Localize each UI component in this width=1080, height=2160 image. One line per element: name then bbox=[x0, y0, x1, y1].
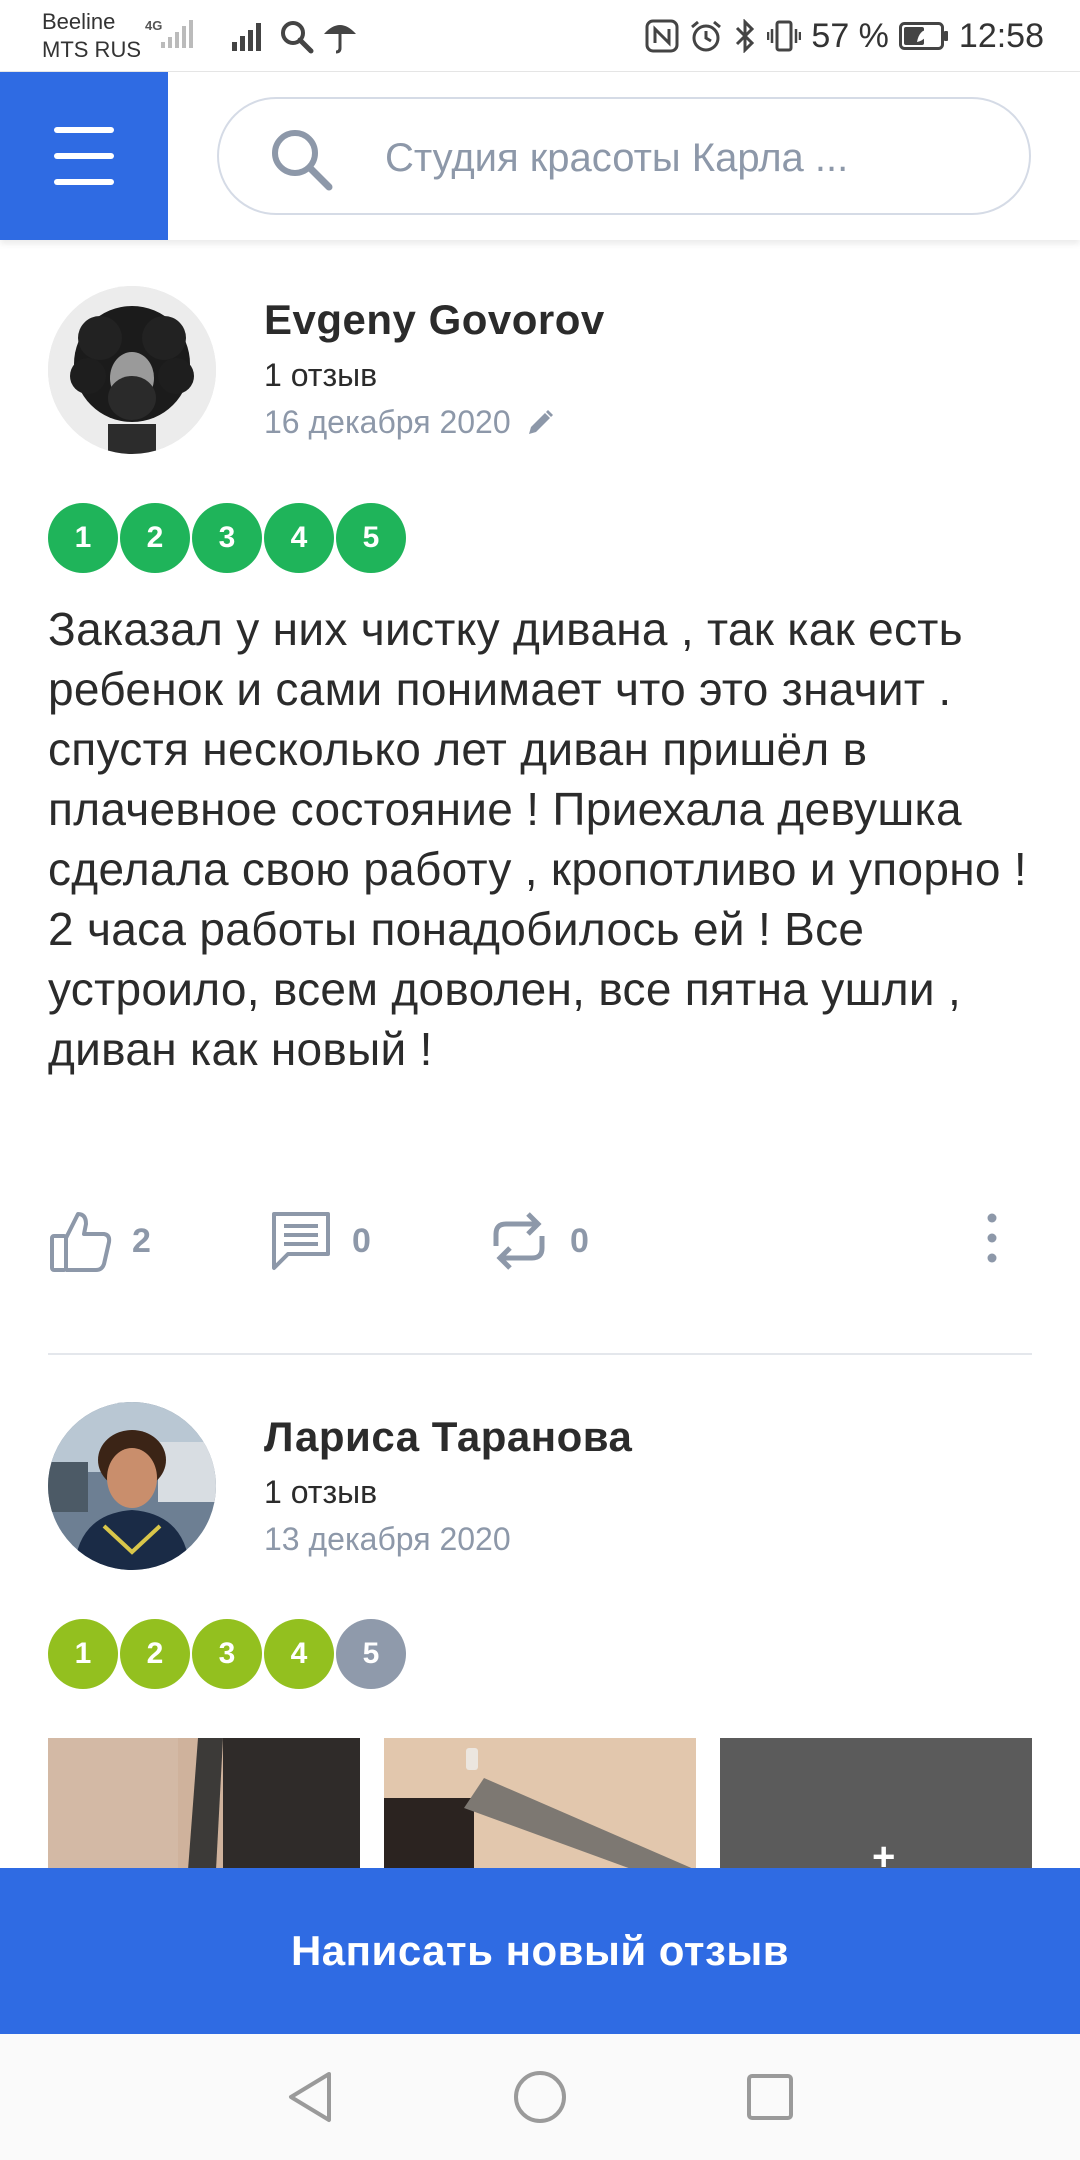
signal-icon bbox=[232, 23, 261, 51]
home-circle-icon bbox=[514, 2071, 566, 2123]
review-count: 1 отзыв bbox=[264, 357, 378, 393]
review-actions: 2 0 0 bbox=[48, 1208, 1032, 1288]
status-search-icon bbox=[281, 21, 314, 54]
review-photos: + bbox=[48, 1738, 1032, 1870]
more-vertical-icon bbox=[987, 1213, 997, 1263]
write-review-label: Написать новый отзыв bbox=[290, 1927, 790, 1974]
review-date-row: 16 декабря 2020 bbox=[264, 404, 555, 441]
comment-icon bbox=[272, 1212, 330, 1270]
review-date: 16 декабря 2020 bbox=[264, 404, 511, 440]
review-photo[interactable] bbox=[48, 1738, 360, 1870]
signal-4g-icon: 4G bbox=[145, 18, 193, 48]
app-header: Студия красоты Карла ... bbox=[0, 72, 1080, 240]
comment-count: 0 bbox=[352, 1221, 371, 1260]
thumbs-up-icon bbox=[50, 1212, 112, 1272]
like-button[interactable]: 2 bbox=[48, 1208, 151, 1274]
review-divider bbox=[48, 1353, 1032, 1355]
clock: 12:58 bbox=[958, 16, 1044, 55]
carrier-1: Beeline bbox=[42, 9, 116, 34]
nfc-icon bbox=[645, 19, 679, 53]
more-button[interactable] bbox=[982, 1208, 1002, 1268]
rating-dot: 2 bbox=[120, 503, 190, 573]
alarm-icon bbox=[691, 20, 722, 52]
review-date-row: 13 декабря 2020 bbox=[264, 1521, 511, 1558]
avatar[interactable] bbox=[48, 286, 216, 454]
search-input[interactable]: Студия красоты Карла ... bbox=[217, 97, 1031, 215]
review-photo-more[interactable]: + bbox=[720, 1738, 1032, 1870]
review-text: Заказал у них чистку дивана , так как ес… bbox=[48, 603, 1027, 1075]
rating-dot: 1 bbox=[48, 503, 118, 573]
svg-text:4G: 4G bbox=[145, 18, 162, 33]
review-count: 1 отзыв bbox=[264, 1474, 378, 1510]
rating-dot: 5 bbox=[336, 1619, 406, 1689]
carrier-labels: Beeline MTS RUS bbox=[42, 8, 141, 64]
review-date: 13 декабря 2020 bbox=[264, 1521, 511, 1557]
write-review-button[interactable]: Написать новый отзыв bbox=[0, 1868, 1080, 2034]
rating: 12345 bbox=[48, 503, 408, 573]
bluetooth-icon bbox=[736, 19, 755, 53]
rating-dot: 3 bbox=[192, 503, 262, 573]
recents-square-icon bbox=[747, 2074, 793, 2120]
pencil-icon[interactable] bbox=[525, 408, 555, 438]
repost-button[interactable]: 0 bbox=[486, 1208, 589, 1274]
repost-icon bbox=[493, 1212, 545, 1270]
back-triangle-icon bbox=[289, 2072, 331, 2122]
review-photo[interactable] bbox=[384, 1738, 696, 1870]
carrier-2: MTS RUS bbox=[42, 37, 141, 62]
repost-count: 0 bbox=[570, 1221, 589, 1260]
author-name[interactable]: Evgeny Govorov bbox=[264, 296, 605, 344]
like-count: 2 bbox=[132, 1221, 151, 1260]
status-right: 57 % 12:58 bbox=[645, 14, 1044, 58]
search-placeholder: Студия красоты Карла ... bbox=[385, 136, 849, 180]
status-bar: Beeline MTS RUS 4G 57 % 12:58 bbox=[0, 0, 1080, 72]
umbrella-icon bbox=[324, 25, 356, 54]
nav-back-button[interactable] bbox=[275, 2062, 345, 2132]
rating-dot: 3 bbox=[192, 1619, 262, 1689]
nav-home-button[interactable] bbox=[505, 2062, 575, 2132]
battery-icon bbox=[898, 22, 949, 50]
system-nav-bar bbox=[0, 2034, 1080, 2160]
search-icon bbox=[272, 130, 333, 191]
svg-text:+: + bbox=[872, 1835, 895, 1870]
rating-dot: 4 bbox=[264, 1619, 334, 1689]
avatar[interactable] bbox=[48, 1402, 216, 1570]
vibrate-icon bbox=[767, 20, 802, 52]
rating-dot: 4 bbox=[264, 503, 334, 573]
rating-dot: 1 bbox=[48, 1619, 118, 1689]
rating-dot: 5 bbox=[336, 503, 406, 573]
menu-button[interactable] bbox=[0, 72, 168, 240]
comment-button[interactable]: 0 bbox=[268, 1208, 371, 1274]
nav-recents-button[interactable] bbox=[735, 2062, 805, 2132]
author-name[interactable]: Лариса Таранова bbox=[264, 1413, 632, 1461]
battery-percent: 57 % bbox=[811, 16, 889, 55]
rating: 12345 bbox=[48, 1619, 408, 1689]
rating-dot: 2 bbox=[120, 1619, 190, 1689]
